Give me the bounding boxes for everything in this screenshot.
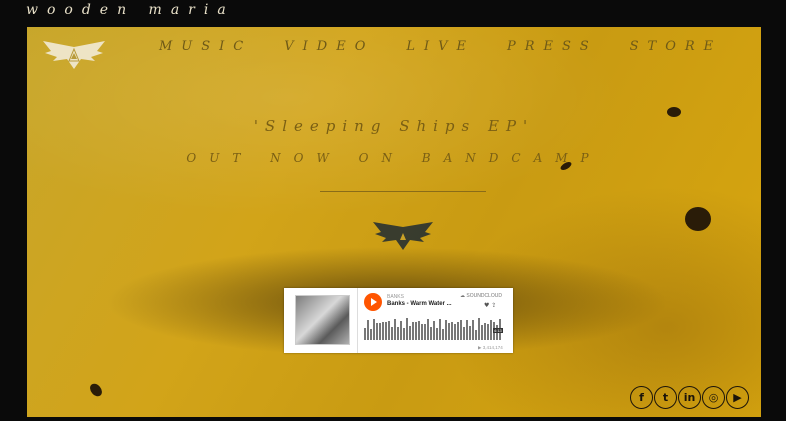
main-nav: MUSIC VIDEO LIVE PRESS STORE	[159, 39, 754, 54]
nav-item-live[interactable]: LIVE	[406, 39, 475, 54]
instagram-icon[interactable]: ◎	[702, 386, 725, 409]
waveform-bar	[478, 318, 480, 340]
track-duration: 4:13	[493, 328, 503, 333]
waveform-bar	[439, 319, 441, 340]
share-icon[interactable]: ⇪	[491, 302, 496, 309]
waveform-bar	[430, 327, 432, 340]
nav-item-video[interactable]: VIDEO	[284, 39, 374, 54]
waveform-bar	[412, 322, 414, 340]
waveform-bar	[364, 328, 366, 340]
twitter-icon[interactable]: t	[654, 386, 677, 409]
bandcamp-link[interactable]: OUT NOW ON BANDCAMP	[27, 151, 761, 165]
waveform-bar	[367, 320, 369, 340]
waveform-bar	[484, 323, 486, 340]
waveform-bar	[400, 321, 402, 340]
waveform-bar	[490, 320, 492, 340]
linkedin-icon[interactable]: in	[678, 386, 701, 409]
youtube-icon[interactable]: ▶	[726, 386, 749, 409]
waveform-bar	[415, 322, 417, 340]
ep-title[interactable]: 'Sleeping Ships EP'	[27, 117, 761, 135]
player-artist[interactable]: BANKS	[387, 294, 404, 300]
waveform-bar	[457, 322, 459, 340]
waveform-bar	[382, 322, 384, 340]
waveform-bar	[436, 328, 438, 340]
waveform-bar	[448, 323, 450, 340]
nav-item-store[interactable]: STORE	[630, 39, 723, 54]
like-icon[interactable]: ♥	[484, 302, 489, 309]
nav-item-press[interactable]: PRESS	[507, 39, 598, 54]
waveform-bar	[394, 319, 396, 340]
waveform-bar	[409, 326, 411, 340]
waveform-bar	[379, 323, 381, 340]
waveform-bar	[472, 320, 474, 340]
waveform-bar	[487, 324, 489, 340]
waveform-bar	[433, 321, 435, 340]
waveform-bar	[475, 330, 477, 340]
waveform-bar	[418, 321, 420, 340]
waveform-bar	[391, 327, 393, 340]
nav-item-music[interactable]: MUSIC	[159, 39, 252, 54]
hero-banner: MUSIC VIDEO LIVE PRESS STORE 'Sleeping S…	[27, 27, 761, 417]
waveform-bar	[388, 321, 390, 340]
social-links: f t in ◎ ▶	[630, 386, 749, 409]
soundcloud-player[interactable]: BANKS Banks - Warm Water ... ☁ SOUNDCLOU…	[284, 288, 513, 353]
decorative-spot	[667, 107, 681, 117]
waveform-bar	[460, 320, 462, 340]
decorative-spot	[685, 207, 711, 231]
waveform-bar	[442, 329, 444, 340]
waveform-bar	[370, 329, 372, 340]
decorative-spot	[87, 381, 105, 399]
waveform-bar	[424, 324, 426, 340]
waveform-bar	[466, 320, 468, 340]
soundcloud-logo[interactable]: ☁ SOUNDCLOUD	[460, 293, 502, 299]
site-title[interactable]: wooden maria	[26, 2, 235, 18]
waveform-bar	[427, 319, 429, 340]
waveform-bar	[385, 322, 387, 340]
bird-logo-icon[interactable]	[41, 39, 107, 71]
waveform-bar	[376, 323, 378, 340]
waveform-bar	[481, 325, 483, 340]
play-count: ▶ 3,414,174	[478, 345, 503, 350]
player-divider	[357, 288, 358, 353]
waveform-bar	[373, 319, 375, 340]
soundcloud-label: SOUNDCLOUD	[466, 293, 502, 299]
player-track-title[interactable]: Banks - Warm Water ...	[387, 301, 452, 307]
divider-line	[320, 191, 486, 192]
waveform[interactable]	[364, 318, 506, 340]
waveform-bar	[454, 324, 456, 340]
facebook-icon[interactable]: f	[630, 386, 653, 409]
waveform-bar	[469, 326, 471, 340]
waveform-bar	[403, 328, 405, 340]
player-actions: ♥ ⇪	[484, 302, 496, 309]
album-art[interactable]	[295, 295, 350, 345]
waveform-bar	[421, 324, 423, 340]
bird-emblem-icon	[373, 222, 433, 250]
waveform-bar	[406, 318, 408, 340]
waveform-bar	[445, 320, 447, 340]
waveform-bar	[463, 327, 465, 340]
waveform-bar	[451, 322, 453, 340]
play-button[interactable]	[364, 293, 382, 311]
waveform-bar	[397, 327, 399, 340]
